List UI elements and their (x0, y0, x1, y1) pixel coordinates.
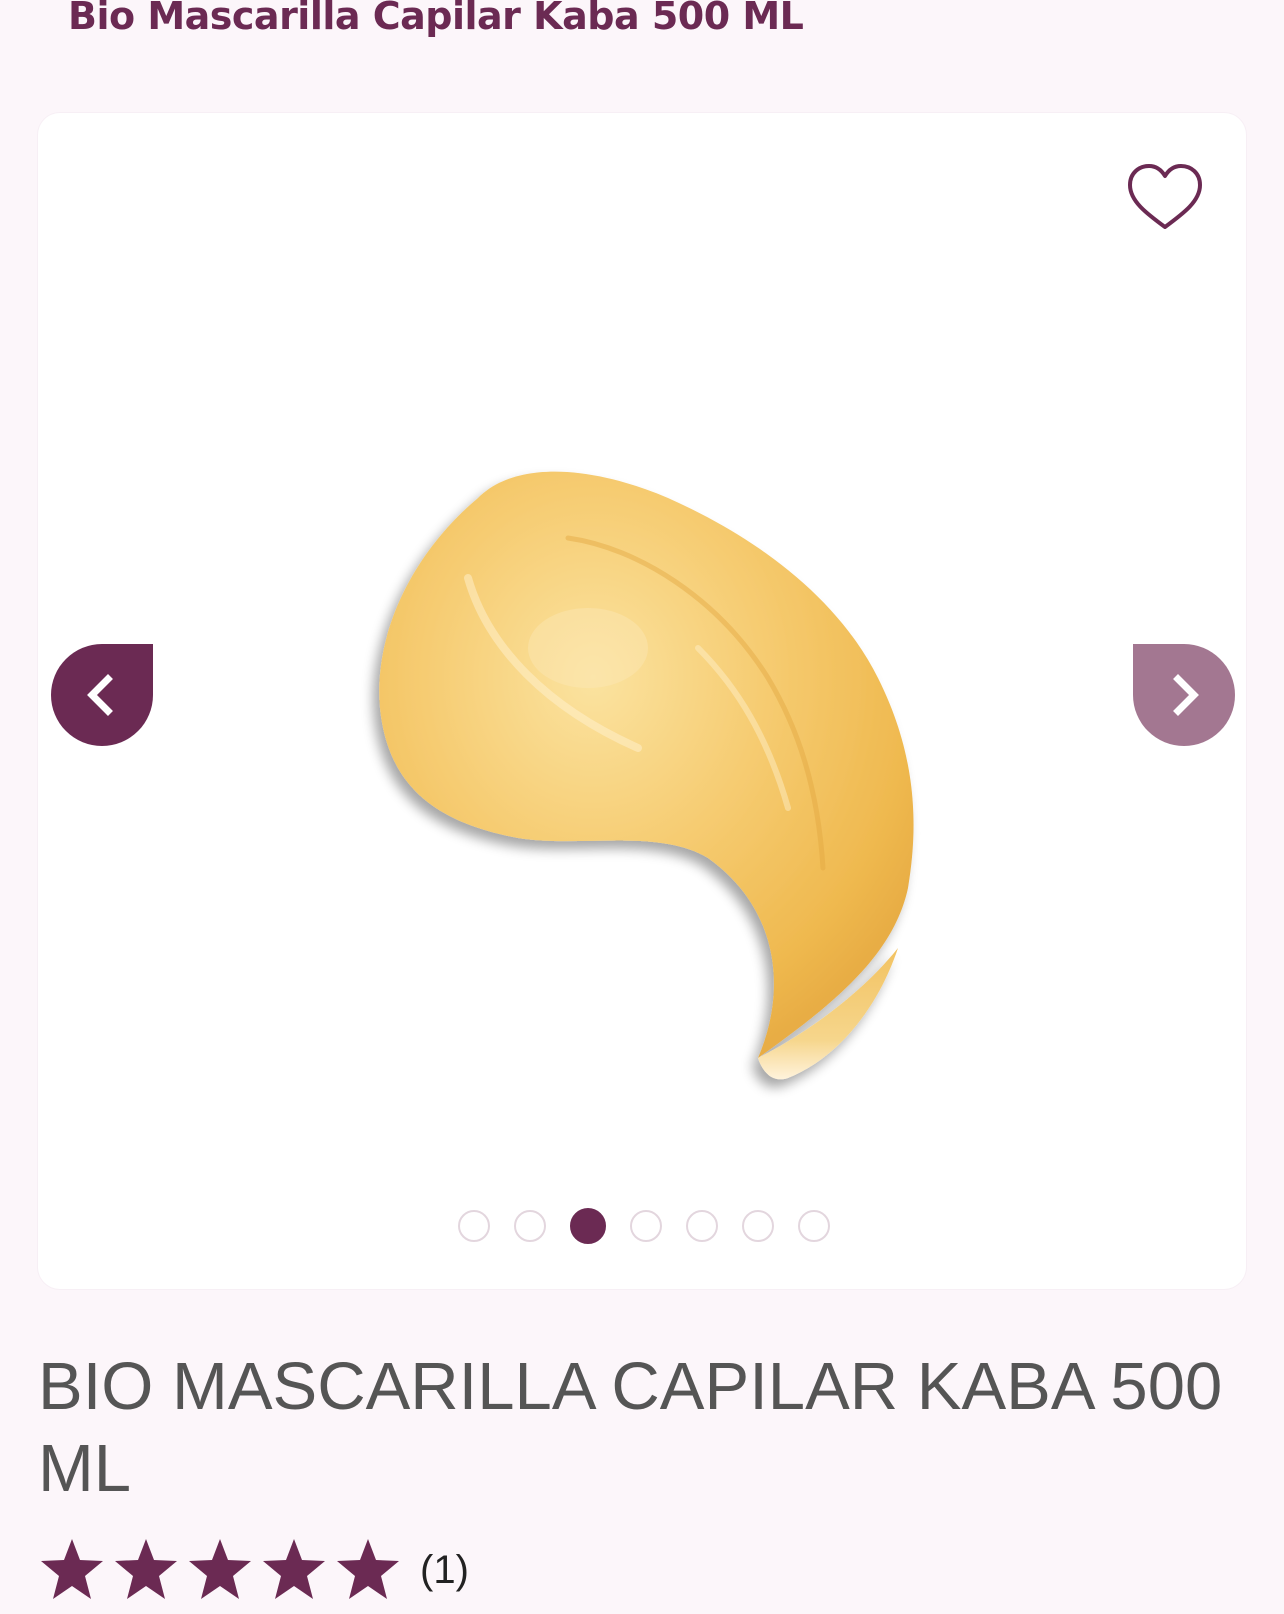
product-title: BIO MASCARILLA CAPILAR KABA 500 ML (38, 1349, 1223, 1506)
star-icon (263, 1539, 325, 1599)
star-icon (115, 1539, 177, 1599)
pagination-dot[interactable] (629, 1210, 662, 1242)
gallery-prev-button[interactable] (51, 644, 153, 746)
star-icon (41, 1539, 103, 1599)
chevron-right-icon (1173, 674, 1199, 716)
star-icon (189, 1539, 251, 1599)
star-icon (337, 1539, 399, 1599)
gallery-pagination (38, 1208, 1246, 1244)
review-count[interactable]: (1) (420, 1548, 469, 1593)
pagination-dot[interactable] (685, 1210, 718, 1242)
cream-swatch-image (379, 471, 914, 1080)
heart-outline-icon (1128, 164, 1202, 229)
pagination-dot[interactable] (741, 1210, 774, 1242)
pagination-dot[interactable] (513, 1210, 546, 1242)
product-image[interactable] (318, 348, 978, 1128)
product-gallery (38, 113, 1246, 1289)
rating-stars (38, 1536, 402, 1604)
product-rating[interactable]: (1) (38, 1534, 469, 1606)
chevron-left-icon (87, 674, 113, 716)
header-product-name: Bio Mascarilla Capilar Kaba 500 ML (68, 0, 804, 38)
pagination-dot[interactable] (797, 1210, 830, 1242)
gallery-next-button[interactable] (1133, 644, 1235, 746)
pagination-dot-active[interactable] (569, 1208, 606, 1244)
wishlist-button[interactable] (1126, 163, 1204, 231)
pagination-dot[interactable] (457, 1210, 490, 1242)
